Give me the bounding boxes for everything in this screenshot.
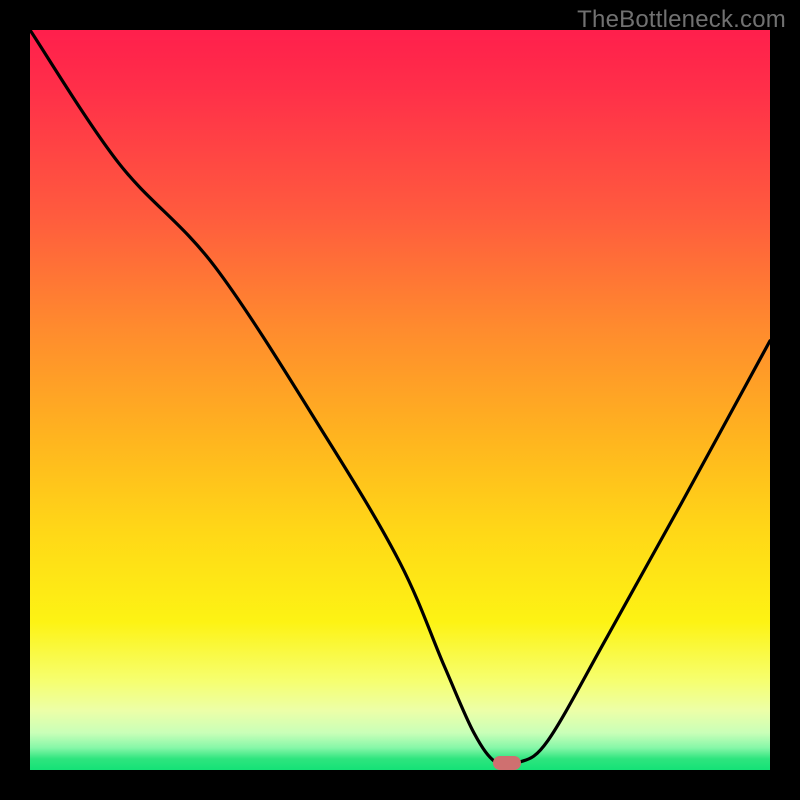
bottleneck-curve xyxy=(30,30,770,770)
plot-area xyxy=(30,30,770,770)
optimal-marker xyxy=(493,756,521,770)
chart-container: TheBottleneck.com xyxy=(0,0,800,800)
watermark-text: TheBottleneck.com xyxy=(577,6,786,34)
